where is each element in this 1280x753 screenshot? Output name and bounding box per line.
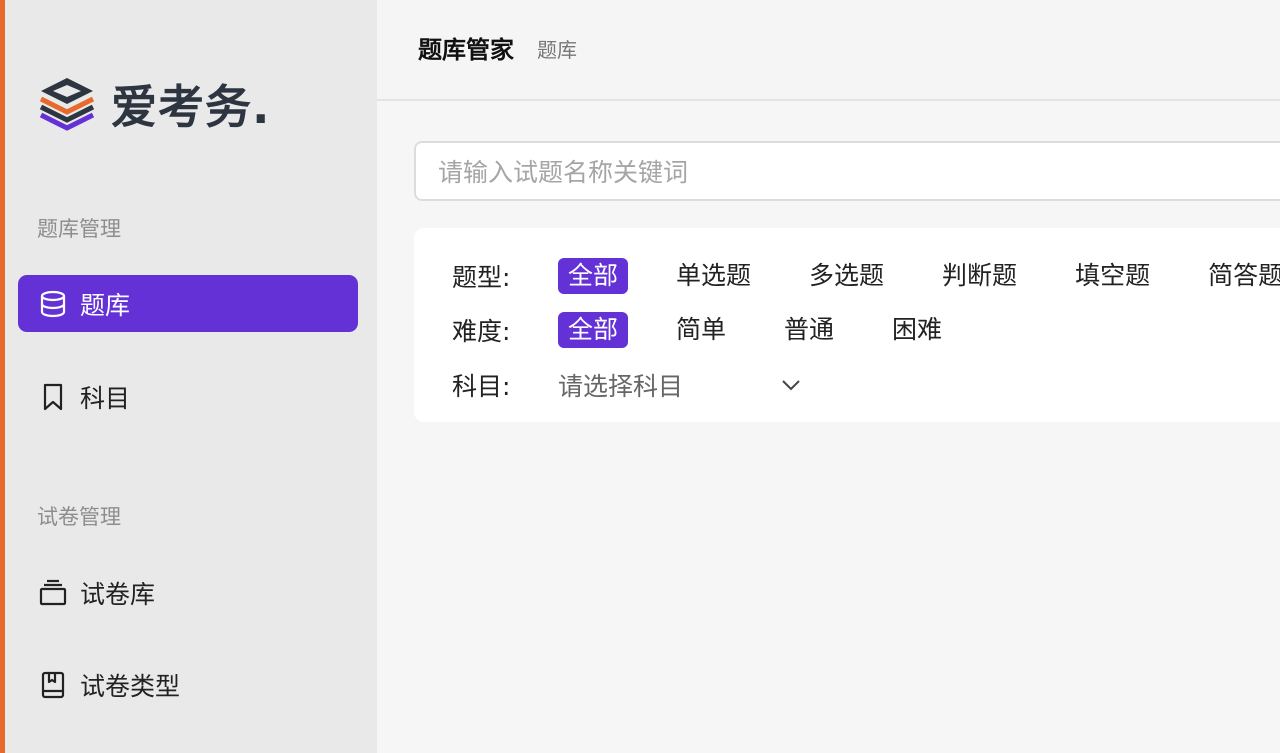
chip-difficulty-easy[interactable]: 简单 [666, 312, 736, 348]
top-header: 题库管家 题库 [377, 0, 1280, 101]
brand-logo: 爱考务. [37, 72, 270, 136]
filter-row-subject: 科目: 请选择科目 [452, 365, 803, 405]
sidebar-item-paper-type[interactable]: 试卷类型 [18, 656, 358, 713]
chip-type-all[interactable]: 全部 [558, 258, 629, 294]
breadcrumb: 题库 [537, 38, 577, 62]
sidebar: 爱考务. 题库管理 题库 科目 试卷管理 试卷库 试卷类型 [5, 0, 377, 753]
sidebar-item-label: 科目 [80, 383, 131, 413]
search-box [414, 141, 1280, 201]
bookmark-icon [38, 382, 68, 412]
chevron-down-icon [779, 373, 803, 397]
book-icon [38, 670, 68, 700]
sidebar-item-paper-library[interactable]: 试卷库 [18, 564, 358, 621]
sidebar-item-label: 试卷库 [80, 579, 156, 609]
chip-type-fill-blank[interactable]: 填空题 [1065, 258, 1160, 294]
brand-name: 爱考务. [111, 80, 271, 134]
filter-label-type: 题型: [452, 263, 511, 292]
sidebar-item-label: 题库 [80, 290, 131, 320]
filter-label-subject: 科目: [452, 372, 511, 401]
stack-logo-icon [39, 78, 95, 131]
chip-difficulty-all[interactable]: 全部 [558, 312, 629, 348]
subject-select-placeholder: 请选择科目 [558, 372, 684, 401]
filter-row-difficulty: 难度: 全部 简单 普通 困难 [452, 310, 990, 350]
sidebar-item-label: 试卷类型 [80, 671, 181, 701]
chip-difficulty-hard[interactable]: 困难 [882, 312, 952, 348]
subject-select[interactable]: 请选择科目 [558, 367, 803, 403]
sidebar-item-subject[interactable]: 科目 [18, 368, 358, 425]
filter-row-type: 题型: 全部 单选题 多选题 判断题 填空题 简答题 [452, 256, 1280, 296]
filter-panel: 题型: 全部 单选题 多选题 判断题 填空题 简答题 难度: 全部 简单 普通 … [414, 228, 1280, 422]
chip-type-multiple-choice[interactable]: 多选题 [799, 258, 894, 294]
chip-type-true-false[interactable]: 判断题 [932, 258, 1027, 294]
sidebar-item-question-bank[interactable]: 题库 [18, 275, 358, 332]
search-input[interactable] [436, 143, 1280, 201]
chip-difficulty-normal[interactable]: 普通 [774, 312, 844, 348]
section-label-exam-paper: 试卷管理 [37, 505, 121, 529]
chip-type-short-answer[interactable]: 简答题 [1198, 258, 1280, 294]
section-label-question-bank: 题库管理 [37, 217, 121, 241]
chip-type-single-choice[interactable]: 单选题 [666, 258, 761, 294]
database-icon [38, 289, 68, 319]
filter-label-difficulty: 难度: [452, 317, 511, 346]
page-title: 题库管家 [418, 36, 514, 64]
layers-icon [38, 578, 68, 608]
